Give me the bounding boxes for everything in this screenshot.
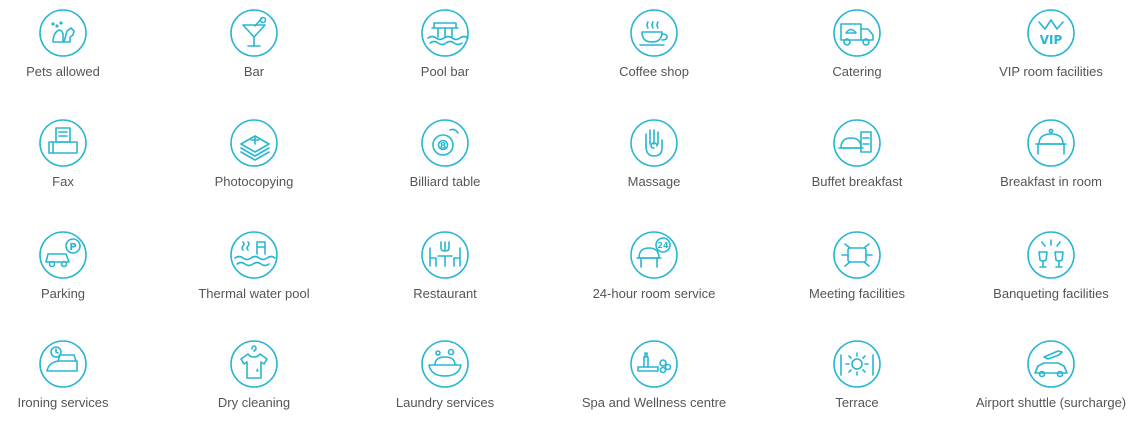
facility-billiard: 8 Billiard table <box>350 118 540 218</box>
facility-spa-wellness: Spa and Wellness centre <box>559 339 749 439</box>
facility-label: Spa and Wellness centre <box>581 395 727 410</box>
thermal-pool-icon <box>229 230 279 280</box>
facility-label: Catering <box>832 64 882 79</box>
vip-crown-icon: VIP <box>1026 8 1076 58</box>
facility-label: Parking <box>40 286 86 301</box>
facility-meeting: Meeting facilities <box>762 230 952 330</box>
facility-dry-cleaning: Dry cleaning <box>159 339 349 439</box>
facility-label: Massage <box>627 174 681 189</box>
facility-label: Coffee shop <box>619 64 689 79</box>
facilities-grid: Pets allowed Bar Pool bar Coffee shop Ca… <box>0 0 1143 417</box>
meeting-table-icon <box>832 230 882 280</box>
facility-coffee-shop: Coffee shop <box>559 8 749 108</box>
hours-glyph: 24 <box>657 241 669 250</box>
facility-label: Fax <box>52 174 74 189</box>
billiard-glyph: 8 <box>440 142 446 152</box>
facility-label: Laundry services <box>395 395 495 410</box>
facility-catering: Catering <box>762 8 952 108</box>
facility-fax: Fax <box>0 118 158 218</box>
24h-service-icon: 24 <box>629 230 679 280</box>
shirt-hanger-icon <box>229 339 279 389</box>
facility-label: 24-hour room service <box>592 286 716 301</box>
facility-label: Pool bar <box>420 64 470 79</box>
facility-24-hour-room-service: 24 24-hour room service <box>559 230 749 330</box>
restaurant-icon <box>420 230 470 280</box>
photocopy-icon <box>229 118 279 168</box>
facility-label: Bar <box>243 64 265 79</box>
massage-hand-icon <box>629 118 679 168</box>
facility-label: Breakfast in room <box>1000 174 1102 189</box>
facility-banqueting: Banqueting facilities <box>956 230 1143 330</box>
facility-vip-room: VIP VIP room facilities <box>956 8 1143 108</box>
facility-parking: P Parking <box>0 230 158 330</box>
facility-label: Ironing services <box>17 395 109 410</box>
facility-pool-bar: Pool bar <box>350 8 540 108</box>
facility-label: Airport shuttle (surcharge) <box>975 395 1127 410</box>
parking-glyph: P <box>69 242 76 253</box>
pets-icon <box>38 8 88 58</box>
facility-label: Banqueting facilities <box>993 286 1109 301</box>
terrace-sun-icon <box>832 339 882 389</box>
facility-label: Thermal water pool <box>198 286 310 301</box>
facility-massage: Massage <box>559 118 749 218</box>
facility-label: Photocopying <box>214 174 294 189</box>
facility-label: Billiard table <box>409 174 481 189</box>
facility-label: Meeting facilities <box>808 286 906 301</box>
facility-label: Pets allowed <box>26 64 100 79</box>
facility-buffet-breakfast: Buffet breakfast <box>762 118 952 218</box>
facility-terrace: Terrace <box>762 339 952 439</box>
facility-label: VIP room facilities <box>999 64 1103 79</box>
parking-icon: P <box>38 230 88 280</box>
spa-icon <box>629 339 679 389</box>
pool-bar-icon <box>420 8 470 58</box>
facility-bar: Bar <box>159 8 349 108</box>
banquet-glasses-icon <box>1026 230 1076 280</box>
laundry-basin-icon <box>420 339 470 389</box>
facility-label: Restaurant <box>413 286 477 301</box>
coffee-cup-icon <box>629 8 679 58</box>
vip-glyph: VIP <box>1040 33 1063 47</box>
iron-icon <box>38 339 88 389</box>
facility-restaurant: Restaurant <box>350 230 540 330</box>
facility-label: Terrace <box>835 395 879 410</box>
billiard-ball-icon: 8 <box>420 118 470 168</box>
facility-photocopying: Photocopying <box>159 118 349 218</box>
airport-shuttle-icon <box>1026 339 1076 389</box>
facility-label: Buffet breakfast <box>811 174 903 189</box>
facility-label: Dry cleaning <box>217 395 291 410</box>
room-service-tray-icon <box>1026 118 1076 168</box>
facility-pets-allowed: Pets allowed <box>0 8 158 108</box>
facility-thermal-water-pool: Thermal water pool <box>159 230 349 330</box>
facility-breakfast-in-room: Breakfast in room <box>956 118 1143 218</box>
facility-laundry: Laundry services <box>350 339 540 439</box>
cocktail-icon <box>229 8 279 58</box>
fax-icon <box>38 118 88 168</box>
buffet-icon <box>832 118 882 168</box>
facility-airport-shuttle: Airport shuttle (surcharge) <box>956 339 1143 439</box>
facility-ironing: Ironing services <box>0 339 158 439</box>
catering-truck-icon <box>832 8 882 58</box>
